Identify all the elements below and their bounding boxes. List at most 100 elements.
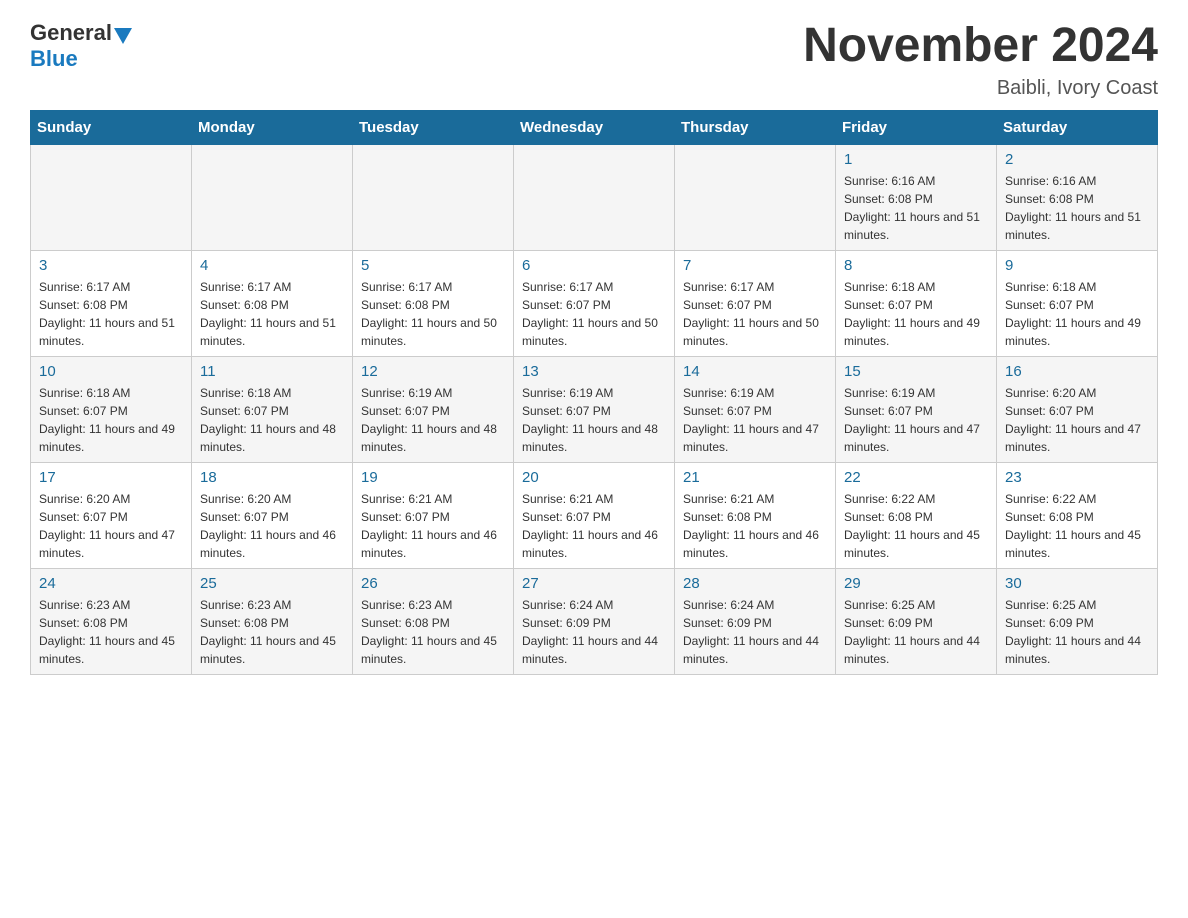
day-info: Sunrise: 6:17 AMSunset: 6:08 PMDaylight:… [200,278,344,350]
day-number: 1 [844,151,988,168]
calendar-cell: 19 Sunrise: 6:21 AMSunset: 6:07 PMDayligh… [353,462,514,568]
day-info: Sunrise: 6:20 AMSunset: 6:07 PMDaylight:… [200,490,344,562]
day-info: Sunrise: 6:18 AMSunset: 6:07 PMDaylight:… [1005,278,1149,350]
day-number: 19 [361,469,505,486]
day-info: Sunrise: 6:17 AMSunset: 6:08 PMDaylight:… [39,278,183,350]
calendar-week-row: 3 Sunrise: 6:17 AMSunset: 6:08 PMDaylight… [31,250,1158,356]
day-info: Sunrise: 6:20 AMSunset: 6:07 PMDaylight:… [1005,384,1149,456]
day-info: Sunrise: 6:25 AMSunset: 6:09 PMDaylight:… [1005,596,1149,668]
calendar-cell [31,144,192,250]
calendar-cell: 7 Sunrise: 6:17 AMSunset: 6:07 PMDaylight… [675,250,836,356]
calendar-cell: 26Sunrise: 6:23 AMSunset: 6:08 PMDayligh… [353,568,514,674]
day-number: 11 [200,363,344,380]
calendar-cell: 10 Sunrise: 6:18 AMSunset: 6:07 PMDayligh… [31,356,192,462]
calendar-cell [192,144,353,250]
day-number: 15 [844,363,988,380]
day-number: 20 [522,469,666,486]
calendar-week-row: 10 Sunrise: 6:18 AMSunset: 6:07 PMDayligh… [31,356,1158,462]
calendar-cell: 1 Sunrise: 6:16 AMSunset: 6:08 PMDaylight… [836,144,997,250]
calendar-cell: 27Sunrise: 6:24 AMSunset: 6:09 PMDayligh… [514,568,675,674]
calendar-cell: 6Sunrise: 6:17 AMSunset: 6:07 PMDaylight… [514,250,675,356]
day-info: Sunrise: 6:19 AMSunset: 6:07 PMDaylight:… [683,384,827,456]
calendar-cell: 17Sunrise: 6:20 AMSunset: 6:07 PMDayligh… [31,462,192,568]
day-of-week-header: Tuesday [353,110,514,144]
day-number: 7 [683,257,827,274]
calendar-week-row: 1 Sunrise: 6:16 AMSunset: 6:08 PMDaylight… [31,144,1158,250]
month-year-title: November 2024 [803,20,1158,73]
day-info: Sunrise: 6:17 AMSunset: 6:08 PMDaylight:… [361,278,505,350]
day-info: Sunrise: 6:24 AMSunset: 6:09 PMDaylight:… [683,596,827,668]
calendar-week-row: 17 Sunrise: 6:20 AMSunset: 6:07 PMDayligh… [31,462,1158,568]
day-number: 5 [361,257,505,274]
day-info: Sunrise: 6:23 AMSunset: 6:08 PMDaylight:… [361,596,505,668]
day-number: 12 [361,363,505,380]
day-info: Sunrise: 6:23 AMSunset: 6:08 PMDaylight:… [39,596,183,668]
day-number: 28 [683,575,827,592]
day-number: 29 [844,575,988,592]
calendar-cell: 3 Sunrise: 6:17 AMSunset: 6:08 PMDaylight… [31,250,192,356]
day-of-week-header: Sunday [31,110,192,144]
calendar-cell: 5 Sunrise: 6:17 AMSunset: 6:08 PMDaylight… [353,250,514,356]
calendar-week-row: 24 Sunrise: 6:23 AMSunset: 6:08 PMDayligh… [31,568,1158,674]
calendar-cell: 8Sunrise: 6:18 AMSunset: 6:07 PMDaylight… [836,250,997,356]
day-info: Sunrise: 6:16 AMSunset: 6:08 PMDaylight:… [844,172,988,244]
calendar-cell: 14 Sunrise: 6:19 AMSunset: 6:07 PMDayligh… [675,356,836,462]
day-info: Sunrise: 6:18 AMSunset: 6:07 PMDaylight:… [39,384,183,456]
day-number: 21 [683,469,827,486]
day-info: Sunrise: 6:23 AMSunset: 6:08 PMDaylight:… [200,596,344,668]
day-number: 14 [683,363,827,380]
day-of-week-header: Monday [192,110,353,144]
day-of-week-header: Wednesday [514,110,675,144]
day-number: 10 [39,363,183,380]
title-area: November 2024 Baibli, Ivory Coast [803,20,1158,100]
day-number: 22 [844,469,988,486]
day-info: Sunrise: 6:19 AMSunset: 6:07 PMDaylight:… [844,384,988,456]
day-info: Sunrise: 6:19 AMSunset: 6:07 PMDaylight:… [361,384,505,456]
calendar-cell: 16 Sunrise: 6:20 AMSunset: 6:07 PMDayligh… [997,356,1158,462]
day-info: Sunrise: 6:18 AMSunset: 6:07 PMDaylight:… [844,278,988,350]
calendar-cell: 4Sunrise: 6:17 AMSunset: 6:08 PMDaylight… [192,250,353,356]
day-number: 30 [1005,575,1149,592]
logo-general-text: General [30,20,112,46]
calendar-cell: 2Sunrise: 6:16 AMSunset: 6:08 PMDaylight… [997,144,1158,250]
day-info: Sunrise: 6:21 AMSunset: 6:07 PMDaylight:… [522,490,666,562]
day-of-week-header: Thursday [675,110,836,144]
day-number: 27 [522,575,666,592]
calendar-cell: 18Sunrise: 6:20 AMSunset: 6:07 PMDayligh… [192,462,353,568]
day-info: Sunrise: 6:17 AMSunset: 6:07 PMDaylight:… [683,278,827,350]
day-number: 23 [1005,469,1149,486]
day-info: Sunrise: 6:25 AMSunset: 6:09 PMDaylight:… [844,596,988,668]
calendar-cell [675,144,836,250]
calendar-cell: 21 Sunrise: 6:21 AMSunset: 6:08 PMDayligh… [675,462,836,568]
calendar-cell: 24 Sunrise: 6:23 AMSunset: 6:08 PMDayligh… [31,568,192,674]
location-subtitle: Baibli, Ivory Coast [803,77,1158,100]
page-header: General Blue November 2024 Baibli, Ivory… [30,20,1158,100]
calendar-cell: 23Sunrise: 6:22 AMSunset: 6:08 PMDayligh… [997,462,1158,568]
day-of-week-header: Saturday [997,110,1158,144]
calendar-cell: 22 Sunrise: 6:22 AMSunset: 6:08 PMDayligh… [836,462,997,568]
day-info: Sunrise: 6:18 AMSunset: 6:07 PMDaylight:… [200,384,344,456]
logo: General Blue [30,20,132,72]
calendar-table: SundayMondayTuesdayWednesdayThursdayFrid… [30,110,1158,675]
calendar-cell: 20 Sunrise: 6:21 AMSunset: 6:07 PMDayligh… [514,462,675,568]
calendar-cell: 11 Sunrise: 6:18 AMSunset: 6:07 PMDayligh… [192,356,353,462]
day-info: Sunrise: 6:19 AMSunset: 6:07 PMDaylight:… [522,384,666,456]
day-number: 3 [39,257,183,274]
day-number: 16 [1005,363,1149,380]
day-info: Sunrise: 6:22 AMSunset: 6:08 PMDaylight:… [844,490,988,562]
calendar-cell: 25Sunrise: 6:23 AMSunset: 6:08 PMDayligh… [192,568,353,674]
day-info: Sunrise: 6:21 AMSunset: 6:07 PMDaylight:… [361,490,505,562]
day-number: 17 [39,469,183,486]
calendar-cell: 15 Sunrise: 6:19 AMSunset: 6:07 PMDayligh… [836,356,997,462]
day-number: 9 [1005,257,1149,274]
calendar-cell: 29 Sunrise: 6:25 AMSunset: 6:09 PMDayligh… [836,568,997,674]
calendar-cell [514,144,675,250]
calendar-cell: 9 Sunrise: 6:18 AMSunset: 6:07 PMDaylight… [997,250,1158,356]
day-number: 24 [39,575,183,592]
calendar-cell: 30 Sunrise: 6:25 AMSunset: 6:09 PMDayligh… [997,568,1158,674]
day-info: Sunrise: 6:21 AMSunset: 6:08 PMDaylight:… [683,490,827,562]
day-number: 6 [522,257,666,274]
day-of-week-header: Friday [836,110,997,144]
header-row: SundayMondayTuesdayWednesdayThursdayFrid… [31,110,1158,144]
calendar-cell: 13Sunrise: 6:19 AMSunset: 6:07 PMDayligh… [514,356,675,462]
